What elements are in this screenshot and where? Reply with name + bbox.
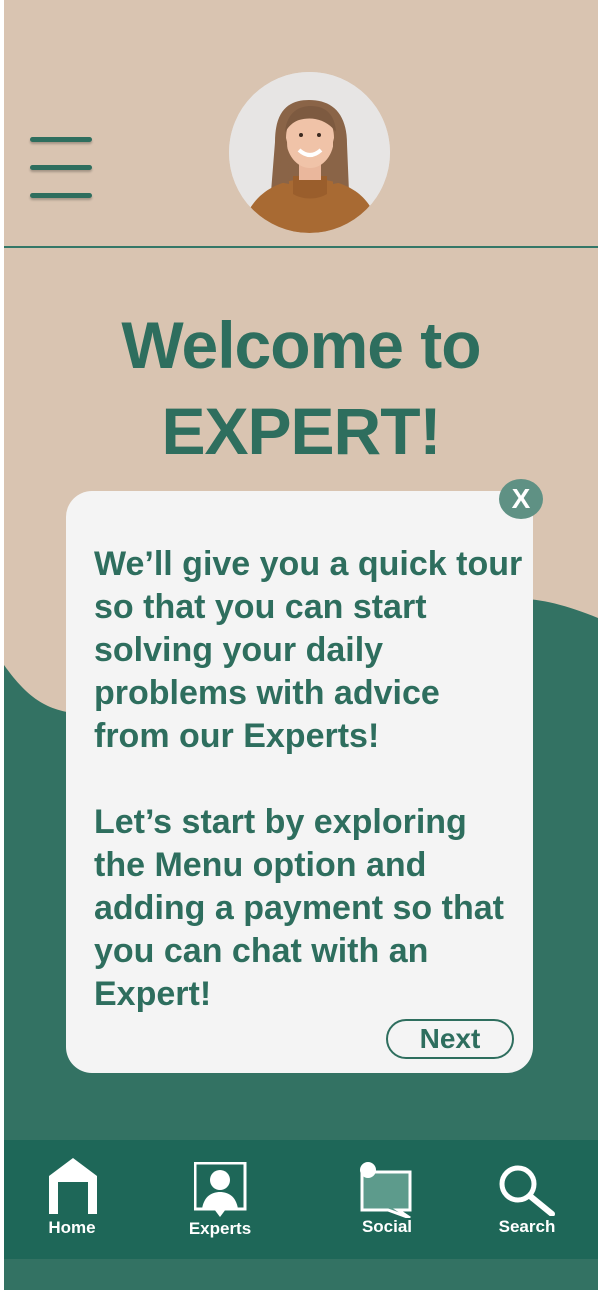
nav-label-experts: Experts [188,1219,252,1238]
nav-item-search[interactable]: Search [472,1140,582,1259]
next-button[interactable]: Next [386,1019,514,1059]
home-icon [49,1158,97,1214]
avatar-image [229,72,390,233]
tour-card-text: We’ll give you a quick tour so that you … [94,543,524,1059]
tour-card: We’ll give you a quick tour so that you … [66,491,533,1073]
nav-label-search: Search [498,1217,556,1236]
social-chat-icon [360,1162,412,1218]
welcome-title-line1: Welcome to [121,308,481,382]
welcome-title-line2: EXPERT! [161,394,441,468]
bottom-nav: Home Experts Social Search [4,1140,598,1259]
experts-icon [194,1162,247,1217]
hamburger-menu-icon[interactable] [30,134,92,206]
nav-item-home[interactable]: Home [24,1140,134,1259]
welcome-title: Welcome to EXPERT! [4,302,598,474]
app-screen: Welcome to EXPERT! We’ll give you a quic… [4,0,598,1290]
nav-item-experts[interactable]: Experts [166,1140,276,1259]
nav-label-social: Social [361,1217,413,1236]
tour-paragraph-next-step: Let’s start by exploring the Menu option… [94,803,504,1013]
nav-label-home: Home [48,1218,96,1237]
tour-paragraph-intro: We’ll give you a quick tour so that you … [94,545,523,755]
search-icon [499,1165,555,1216]
header-divider [4,246,598,248]
close-icon[interactable]: X [499,479,543,519]
user-avatar[interactable] [229,72,390,233]
nav-item-social[interactable]: Social [332,1140,442,1259]
